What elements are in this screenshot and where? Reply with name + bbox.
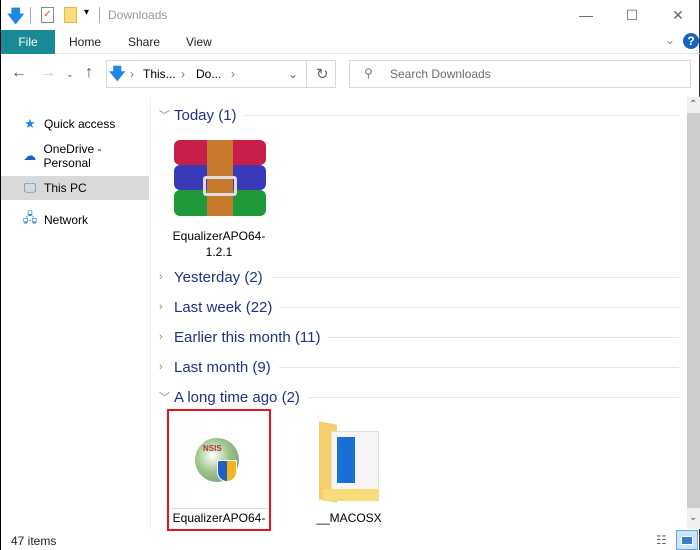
scroll-down-icon[interactable]: ⌄ xyxy=(689,512,697,523)
help-icon[interactable]: ? xyxy=(683,33,699,49)
nav-this-pc[interactable]: 🖵 This PC xyxy=(1,176,149,200)
downloads-location-icon: 🡇 xyxy=(109,66,126,83)
group-label: A long time ago (2) xyxy=(174,388,300,406)
nav-network[interactable]: 🖧 Network xyxy=(1,208,149,232)
forward-button[interactable]: → xyxy=(40,64,56,82)
chevron-right-icon: › xyxy=(159,361,163,373)
installer-icon: NSIS xyxy=(195,438,239,482)
nav-label: OneDrive - Personal xyxy=(43,142,102,170)
window-title: Downloads xyxy=(108,8,168,22)
tab-share[interactable]: Share xyxy=(128,30,160,54)
group-earlier-this-month[interactable]: › Earlier this month (11) xyxy=(159,327,679,347)
folder-item-macosx[interactable]: __MACOSX xyxy=(297,409,401,531)
search-icon: ⚲ xyxy=(364,66,373,80)
file-name: __MACOSX xyxy=(316,511,382,525)
chevron-down-icon: ﹀ xyxy=(159,392,170,404)
nav-label: Network xyxy=(44,213,89,227)
large-icons-view-icon xyxy=(681,536,693,545)
nav-label: Quick access xyxy=(44,117,116,131)
network-icon: 🖧 xyxy=(22,210,38,225)
scroll-up-icon[interactable]: ⌃ xyxy=(689,99,697,110)
search-placeholder: Search Downloads xyxy=(390,67,491,81)
customize-toolbar-icon[interactable]: ▾ xyxy=(84,7,89,18)
tab-view[interactable]: View xyxy=(186,30,212,54)
group-label: Last month (9) xyxy=(174,358,271,376)
divider xyxy=(99,7,100,23)
address-dropdown-icon[interactable]: ⌄ xyxy=(288,67,298,81)
recent-locations-icon[interactable]: ⌄ xyxy=(66,69,74,80)
cloud-icon: ☁ xyxy=(23,148,37,163)
nav-label: This PC xyxy=(44,181,87,195)
nav-onedrive[interactable]: ☁ OneDrive - Personal xyxy=(1,142,149,170)
group-label: Last week (22) xyxy=(174,298,273,316)
group-last-week[interactable]: › Last week (22) xyxy=(159,297,679,317)
divider xyxy=(307,396,679,398)
group-label: Today (1) xyxy=(174,106,237,124)
breadcrumb-downloads[interactable]: Do... xyxy=(196,67,221,81)
title-bar: 🡇 ✓ ▾ Downloads — ☐ ✕ xyxy=(1,0,700,30)
chevron-right-icon: › xyxy=(159,331,163,343)
ribbon-tabs xyxy=(1,30,700,54)
chevron-right-icon[interactable]: › xyxy=(181,67,185,81)
winrar-archive-icon xyxy=(174,140,266,216)
status-bar: 47 items ☷ xyxy=(1,530,700,550)
group-last-month[interactable]: › Last month (9) xyxy=(159,357,679,377)
group-label: Yesterday (2) xyxy=(174,268,263,286)
properties-icon[interactable]: ✓ xyxy=(41,7,54,23)
chevron-right-icon: › xyxy=(159,271,163,283)
divider xyxy=(270,276,679,278)
tab-home[interactable]: Home xyxy=(69,30,101,54)
divider xyxy=(244,114,679,116)
maximize-button[interactable]: ☐ xyxy=(609,0,655,30)
refresh-button[interactable]: ↻ xyxy=(316,65,329,83)
file-item-winrar[interactable]: EqualizerAPO64- 1.2.1 xyxy=(167,135,271,260)
divider xyxy=(30,7,31,23)
folder-icon xyxy=(319,421,379,503)
breadcrumb-this-pc[interactable]: This... xyxy=(143,67,176,81)
close-button[interactable]: ✕ xyxy=(655,0,700,30)
back-button[interactable]: ← xyxy=(11,64,27,82)
file-item-installer-highlighted[interactable]: NSIS EqualizerAPO64- xyxy=(167,409,271,531)
group-yesterday[interactable]: › Yesterday (2) xyxy=(159,267,679,287)
tab-file[interactable]: File xyxy=(1,30,55,54)
chevron-down-icon: ﹀ xyxy=(159,110,170,122)
group-label: Earlier this month (11) xyxy=(174,328,321,346)
minimize-button[interactable]: — xyxy=(563,0,609,30)
details-view-icon[interactable]: ☷ xyxy=(656,533,667,547)
scrollbar-thumb[interactable] xyxy=(687,113,700,508)
nav-quick-access[interactable]: ★ Quick access xyxy=(1,112,149,136)
new-folder-icon[interactable] xyxy=(64,7,77,23)
group-long-time-ago[interactable]: ﹀ A long time ago (2) xyxy=(159,387,679,407)
chevron-right-icon[interactable]: › xyxy=(231,67,235,81)
divider xyxy=(280,306,679,308)
item-count: 47 items xyxy=(11,534,57,548)
downloads-arrow-icon: 🡇 xyxy=(7,7,25,26)
divider xyxy=(328,336,679,338)
file-name: EqualizerAPO64- xyxy=(172,511,266,525)
up-button[interactable]: ↑ xyxy=(85,64,93,82)
large-icons-view-button[interactable] xyxy=(676,530,698,550)
chevron-right-icon[interactable]: › xyxy=(130,67,134,81)
star-icon: ★ xyxy=(24,116,36,131)
expand-ribbon-icon[interactable]: ⌄ xyxy=(665,33,675,47)
computer-icon: 🖵 xyxy=(23,180,37,195)
group-today[interactable]: ﹀ Today (1) xyxy=(159,105,679,125)
chevron-right-icon: › xyxy=(159,301,163,313)
divider xyxy=(278,366,679,368)
file-name: EqualizerAPO64- 1.2.1 xyxy=(172,229,266,259)
divider xyxy=(306,60,307,88)
